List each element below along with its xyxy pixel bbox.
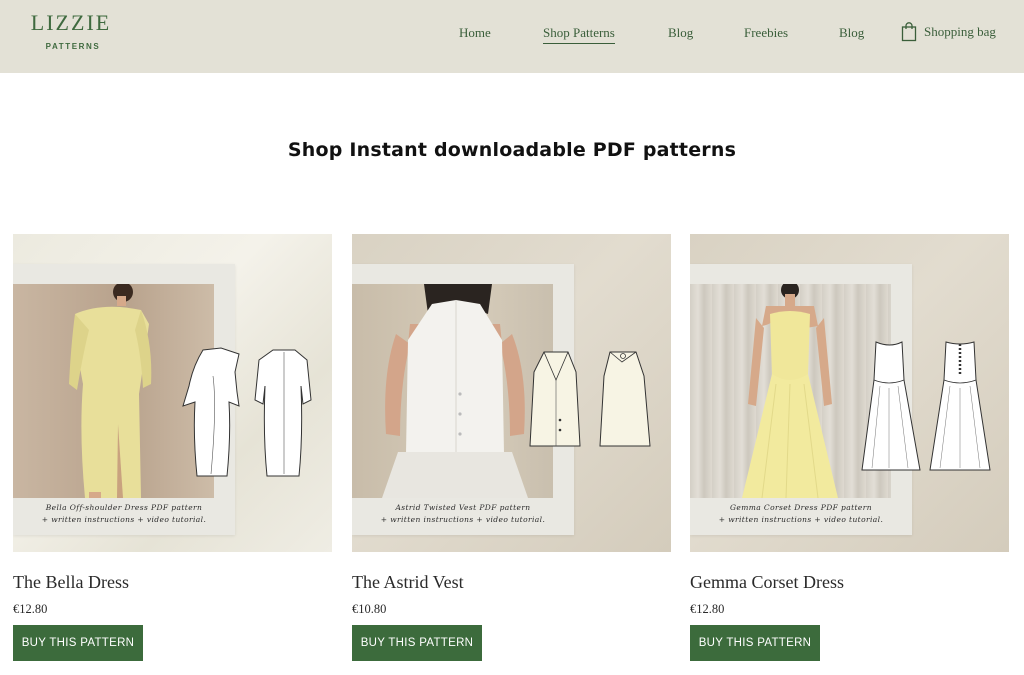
product-title[interactable]: The Astrid Vest (352, 571, 671, 593)
image-caption: Astrid Twisted Vest PDF pattern + writte… (380, 503, 546, 524)
buy-pattern-button[interactable]: BUY THIS PATTERN (13, 625, 143, 661)
image-caption: Bella Off-shoulder Dress PDF pattern + w… (41, 503, 207, 524)
product-card-gemma: Gemma Corset Dress PDF pattern + written… (690, 234, 1009, 661)
corset-dress-sketch-front-back (861, 341, 991, 471)
buy-pattern-button[interactable]: BUY THIS PATTERN (690, 625, 820, 661)
product-price: €12.80 (13, 602, 48, 616)
product-title[interactable]: The Bella Dress (13, 571, 332, 593)
image-caption: Gemma Corset Dress PDF pattern + written… (718, 503, 884, 524)
shopping-bag-icon (901, 22, 917, 42)
site-header: LIZZIE PATTERNS Home Shop Patterns Blog … (0, 0, 1024, 73)
product-price: €10.80 (352, 602, 387, 616)
brand-tagline: PATTERNS (45, 42, 101, 51)
shopping-bag-link[interactable]: Shopping bag (901, 22, 996, 42)
product-price: €12.80 (690, 602, 725, 616)
dress-sketch-front-back (182, 347, 312, 477)
nav-blog-2[interactable]: Blog (839, 25, 864, 41)
product-image-gemma[interactable]: Gemma Corset Dress PDF pattern + written… (690, 234, 1009, 552)
brand-logo[interactable]: LIZZIE PATTERNS (26, 10, 116, 51)
nav-blog[interactable]: Blog (668, 25, 693, 41)
nav-shop-patterns[interactable]: Shop Patterns (543, 25, 615, 44)
vest-sketch-front-back (529, 351, 651, 447)
product-image-bella[interactable]: Bella Off-shoulder Dress PDF pattern + w… (13, 234, 332, 552)
buy-pattern-button[interactable]: BUY THIS PATTERN (352, 625, 482, 661)
product-card-bella: Bella Off-shoulder Dress PDF pattern + w… (13, 234, 332, 661)
product-image-astrid[interactable]: Astrid Twisted Vest PDF pattern + writte… (352, 234, 671, 552)
product-card-astrid: Astrid Twisted Vest PDF pattern + writte… (352, 234, 671, 661)
nav-freebies[interactable]: Freebies (744, 25, 788, 41)
model-photo (352, 284, 553, 498)
product-title[interactable]: Gemma Corset Dress (690, 571, 1009, 593)
page-title: Shop Instant downloadable PDF patterns (287, 139, 737, 161)
shopping-bag-label: Shopping bag (924, 24, 996, 39)
brand-name: LIZZIE (30, 10, 112, 35)
nav-home[interactable]: Home (459, 25, 491, 41)
